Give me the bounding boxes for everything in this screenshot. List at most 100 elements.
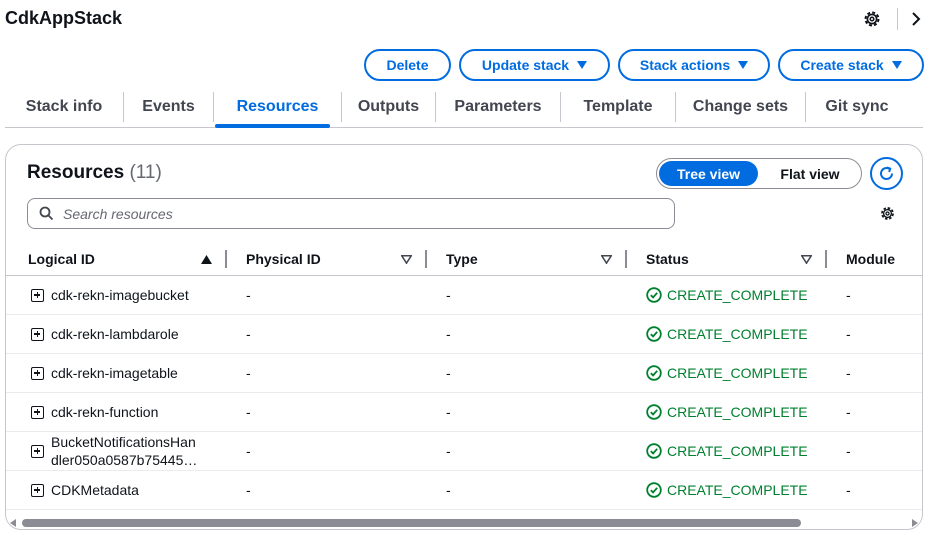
physical-id-cell: - (246, 365, 251, 381)
status-cell: CREATE_COMPLETE (646, 393, 808, 431)
type-cell: - (446, 443, 451, 459)
create-stack-label: Create stack (800, 57, 884, 73)
expand-icon[interactable] (31, 483, 44, 497)
update-stack-label: Update stack (481, 57, 570, 73)
logical-id-cell: cdk-rekn-function (51, 404, 159, 420)
horizontal-scrollbar[interactable] (6, 516, 922, 529)
table-row[interactable]: cdk-rekn-imagebucket - - CREATE_COMPLETE… (6, 276, 922, 315)
status-text: CREATE_COMPLETE (667, 365, 808, 381)
expand-icon[interactable] (31, 288, 44, 302)
check-circle-icon (646, 326, 662, 342)
table-row[interactable]: CDKMetadata - - CREATE_COMPLETE - (6, 471, 922, 510)
resources-heading: Resources (11) (27, 162, 162, 184)
logical-id-line: dler050a0587b75445… (51, 452, 198, 468)
chevron-right-icon[interactable] (908, 9, 924, 29)
physical-id-cell: - (246, 326, 251, 342)
sort-icon[interactable] (801, 255, 812, 264)
check-circle-icon (646, 365, 662, 381)
gear-icon[interactable] (862, 9, 882, 29)
tab-git-sync[interactable]: Git sync (806, 86, 908, 127)
logical-id-cell: cdk-rekn-imagebucket (51, 287, 189, 303)
stack-tabs: Stack info Events Resources Outputs Para… (5, 86, 923, 128)
table-row[interactable]: BucketNotificationsHan dler050a0587b7544… (6, 432, 922, 471)
view-toggle: Tree view Flat view (656, 158, 862, 189)
scroll-left-arrow-icon[interactable] (10, 519, 16, 527)
column-header-logical-id[interactable]: Logical ID (28, 242, 95, 276)
status-text: CREATE_COMPLETE (667, 443, 808, 459)
type-cell: - (446, 287, 451, 303)
expand-icon[interactable] (31, 405, 44, 419)
table-row[interactable]: cdk-rekn-function - - CREATE_COMPLETE - (6, 393, 922, 432)
search-icon (39, 206, 54, 221)
tab-events[interactable]: Events (124, 86, 213, 127)
table-row[interactable]: cdk-rekn-imagetable - - CREATE_COMPLETE … (6, 354, 922, 393)
resources-title: Resources (27, 162, 125, 183)
delete-button-label: Delete (386, 57, 429, 73)
status-text: CREATE_COMPLETE (667, 482, 808, 498)
expand-icon[interactable] (31, 327, 44, 341)
caret-down-icon (891, 61, 902, 69)
module-cell: - (846, 365, 851, 381)
type-cell: - (446, 482, 451, 498)
scrollbar-thumb[interactable] (22, 519, 801, 527)
search-input[interactable] (63, 199, 663, 228)
check-circle-icon (646, 287, 662, 303)
sort-icon[interactable] (601, 255, 612, 264)
status-cell: CREATE_COMPLETE (646, 315, 808, 353)
header-divider (897, 8, 898, 30)
tab-resources[interactable]: Resources (214, 86, 341, 127)
table-header: Logical ID Physical ID Type Status Modul… (6, 242, 922, 276)
sort-icon[interactable] (401, 255, 412, 264)
module-cell: - (846, 287, 851, 303)
logical-id-line: BucketNotificationsHan (51, 434, 196, 450)
column-header-physical-id[interactable]: Physical ID (246, 242, 321, 276)
physical-id-cell: - (246, 404, 251, 420)
logical-id-cell: cdk-rekn-lambdarole (51, 326, 179, 342)
physical-id-cell: - (246, 482, 251, 498)
sort-ascending-icon[interactable] (201, 255, 212, 264)
stack-actions-label: Stack actions (639, 57, 731, 73)
caret-down-icon (577, 61, 588, 69)
tab-template[interactable]: Template (561, 86, 675, 127)
type-cell: - (446, 404, 451, 420)
tab-parameters[interactable]: Parameters (436, 86, 560, 127)
column-resizer[interactable] (425, 250, 427, 268)
check-circle-icon (646, 443, 662, 459)
column-resizer[interactable] (825, 250, 827, 268)
physical-id-cell: - (246, 287, 251, 303)
expand-icon[interactable] (31, 366, 44, 380)
module-cell: - (846, 404, 851, 420)
flat-view-toggle[interactable]: Flat view (760, 161, 860, 186)
tab-outputs[interactable]: Outputs (342, 86, 435, 127)
refresh-button[interactable] (870, 157, 903, 190)
search-box (27, 198, 675, 229)
status-text: CREATE_COMPLETE (667, 287, 808, 303)
status-cell: CREATE_COMPLETE (646, 471, 808, 509)
tab-stack-info[interactable]: Stack info (5, 86, 123, 127)
expand-icon[interactable] (31, 444, 44, 458)
page-header: CdkAppStack (0, 0, 929, 40)
update-stack-button[interactable]: Update stack (459, 49, 610, 81)
delete-button[interactable]: Delete (364, 49, 451, 81)
type-cell: - (446, 365, 451, 381)
tab-change-sets[interactable]: Change sets (676, 86, 805, 127)
column-header-module[interactable]: Module (846, 242, 895, 276)
tree-view-toggle[interactable]: Tree view (659, 161, 758, 186)
column-resizer[interactable] (225, 250, 227, 268)
column-header-type[interactable]: Type (446, 242, 478, 276)
scroll-right-arrow-icon[interactable] (912, 519, 918, 527)
logical-id-cell: CDKMetadata (51, 482, 139, 498)
gear-icon[interactable] (879, 205, 896, 227)
create-stack-button[interactable]: Create stack (778, 49, 924, 81)
stack-actions-button[interactable]: Stack actions (618, 49, 770, 81)
column-resizer[interactable] (625, 250, 627, 268)
status-cell: CREATE_COMPLETE (646, 354, 808, 392)
page-title: CdkAppStack (5, 8, 123, 28)
table-row[interactable]: cdk-rekn-lambdarole - - CREATE_COMPLETE … (6, 315, 922, 354)
column-header-status[interactable]: Status (646, 242, 689, 276)
status-text: CREATE_COMPLETE (667, 404, 808, 420)
status-text: CREATE_COMPLETE (667, 326, 808, 342)
resources-panel: Resources (11) Tree view Flat view Logic… (5, 144, 923, 530)
logical-id-cell: cdk-rekn-imagetable (51, 365, 178, 381)
check-circle-icon (646, 404, 662, 420)
